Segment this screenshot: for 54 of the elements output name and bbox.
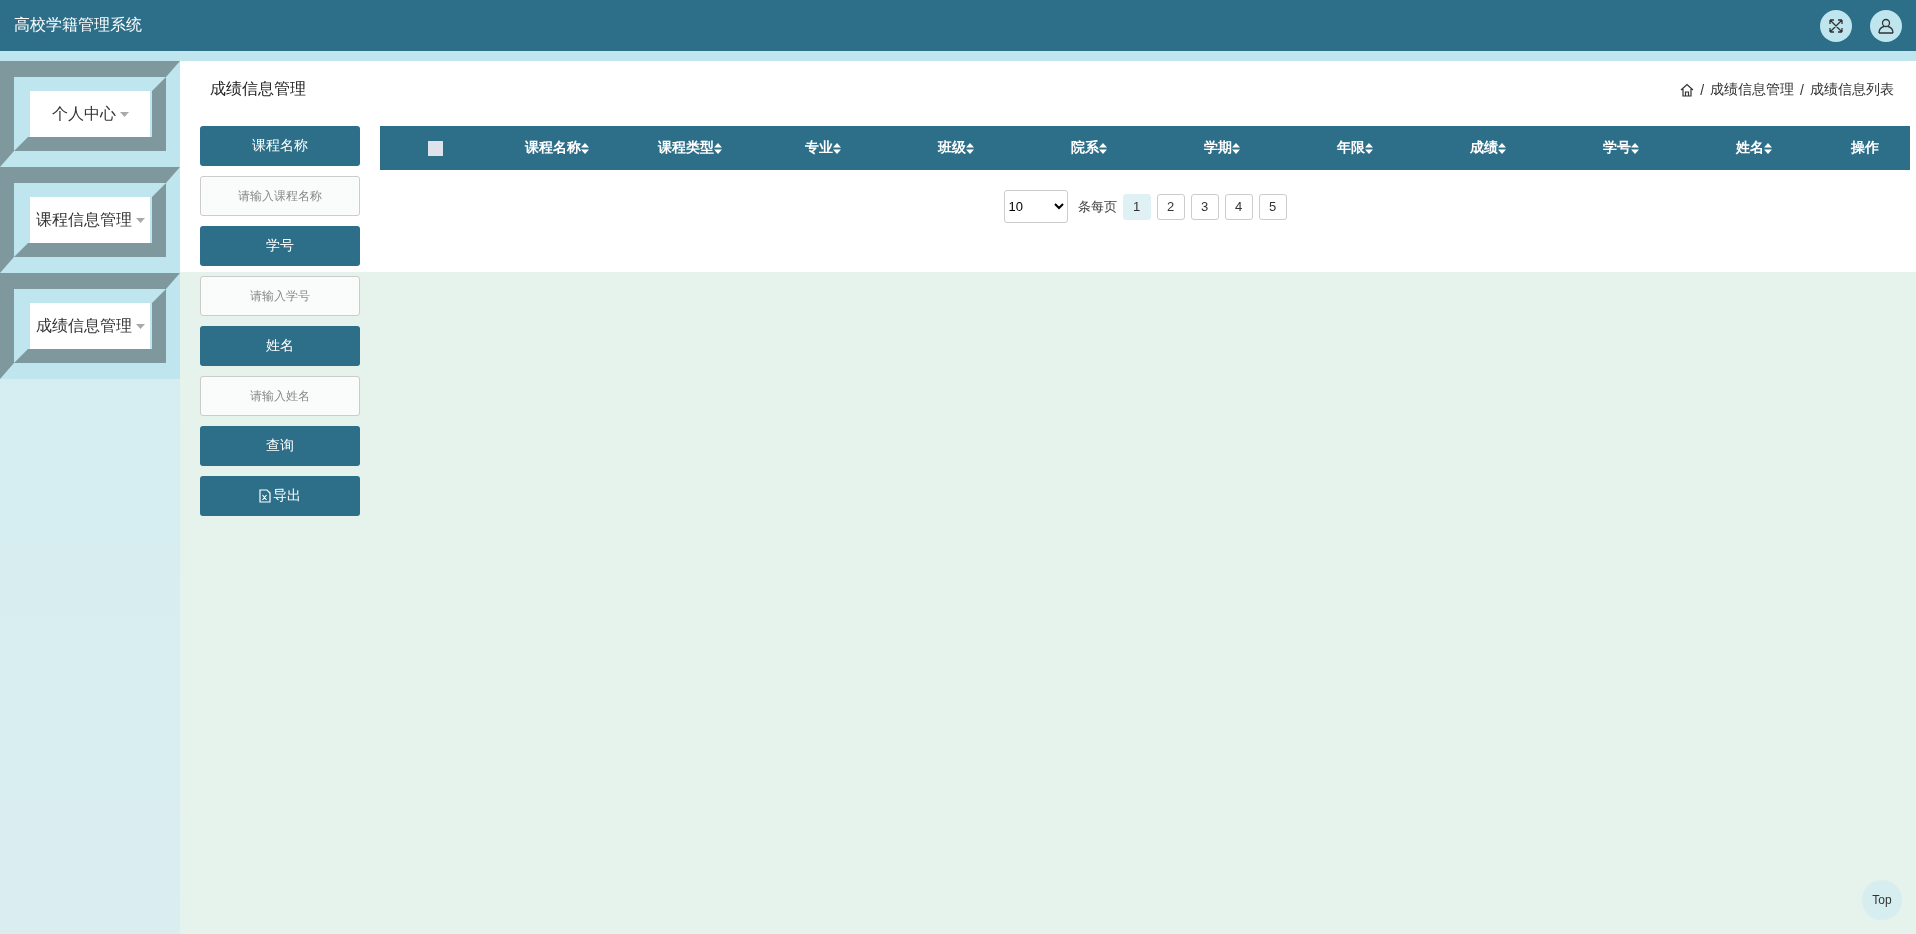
breadcrumb-item[interactable]: 成绩信息管理: [1710, 80, 1795, 99]
sort-icon[interactable]: [580, 142, 589, 154]
sort-icon[interactable]: [713, 142, 722, 154]
filter-label: 课程名称: [200, 126, 360, 166]
search-field[interactable]: 请输入课程名称: [200, 176, 360, 216]
column-header[interactable]: 班级: [937, 139, 974, 157]
column-header[interactable]: 学号: [1602, 139, 1639, 157]
page-button[interactable]: 2: [1156, 193, 1185, 220]
user-icon[interactable]: [1870, 9, 1902, 42]
caret-icon: [135, 217, 145, 223]
caret-icon: [135, 323, 145, 329]
home-icon[interactable]: [1680, 82, 1695, 97]
sort-icon[interactable]: [1630, 142, 1639, 154]
select-all-checkbox[interactable]: [427, 140, 443, 156]
page-title: 成绩信息管理: [210, 79, 306, 99]
sort-icon[interactable]: [965, 142, 974, 154]
search-field[interactable]: 请输入学号: [200, 276, 360, 316]
sort-icon[interactable]: [832, 142, 841, 154]
page-size-label: 条每页: [1077, 197, 1117, 216]
column-header[interactable]: 姓名: [1735, 139, 1772, 157]
excel-file-icon: [259, 489, 271, 503]
sort-icon[interactable]: [1231, 142, 1240, 154]
sort-icon[interactable]: [1497, 142, 1506, 154]
breadcrumb-separator: /: [1700, 81, 1705, 98]
sort-icon[interactable]: [1098, 142, 1107, 154]
filter-label: 学号: [200, 226, 360, 266]
back-to-top-button[interactable]: Top: [1862, 880, 1902, 920]
column-header[interactable]: 课程类型: [657, 139, 722, 157]
caret-icon: [119, 111, 129, 117]
column-header[interactable]: 年限: [1336, 139, 1373, 157]
search-field[interactable]: 请输入姓名: [200, 376, 360, 416]
page-button[interactable]: 3: [1190, 193, 1219, 220]
sort-icon[interactable]: [1364, 142, 1373, 154]
page-button[interactable]: 5: [1258, 193, 1287, 220]
sort-icon[interactable]: [1763, 142, 1772, 154]
fullscreen-icon[interactable]: [1820, 9, 1852, 42]
menu-item[interactable]: 个人中心: [30, 91, 150, 137]
column-header[interactable]: 专业: [804, 139, 841, 157]
filter-label: 姓名: [200, 326, 360, 366]
page-size-select[interactable]: 10: [1003, 190, 1068, 223]
breadcrumb-item: 成绩信息列表: [1810, 80, 1894, 99]
export-button[interactable]: 导出: [200, 476, 360, 516]
app-title: 高校学籍管理系统: [14, 15, 143, 35]
page-button[interactable]: 1: [1122, 193, 1151, 220]
column-header[interactable]: 课程名称: [524, 139, 589, 157]
menu-item[interactable]: 成绩信息管理: [30, 303, 150, 349]
search-button[interactable]: 查询: [200, 426, 360, 466]
menu-item[interactable]: 课程信息管理: [30, 197, 150, 243]
column-header[interactable]: 院系: [1070, 139, 1107, 157]
column-header[interactable]: 成绩: [1469, 139, 1506, 157]
column-header[interactable]: 学期: [1203, 139, 1240, 157]
breadcrumb-separator: /: [1800, 81, 1804, 98]
page-button[interactable]: 4: [1224, 193, 1253, 220]
column-header: 操作: [1851, 139, 1879, 157]
